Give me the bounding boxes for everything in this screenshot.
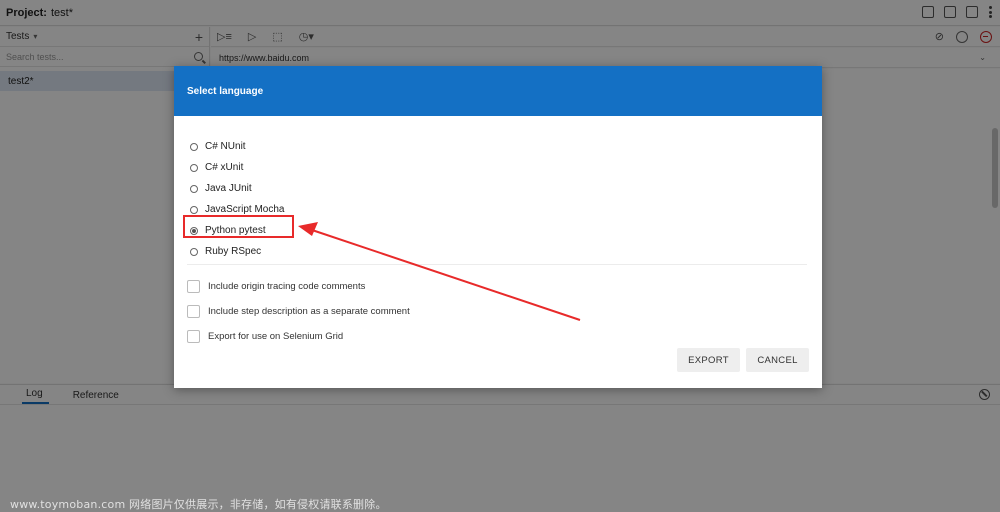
language-radio-group: C# NUnit C# xUnit Java JUnit JavaScript … <box>190 136 284 262</box>
dialog-title: Select language <box>187 85 264 97</box>
watermark-text: www.toymoban.com 网络图片仅供展示，非存储，如有侵权请联系删除。 <box>10 498 387 511</box>
language-option-csharp-nunit[interactable]: C# NUnit <box>190 136 284 157</box>
language-label: C# xUnit <box>205 162 244 173</box>
option-origin-tracing[interactable]: Include origin tracing code comments <box>187 274 410 299</box>
radio-button[interactable] <box>190 142 198 151</box>
checkbox[interactable] <box>187 280 200 293</box>
checkbox[interactable] <box>187 330 200 343</box>
language-label: Ruby RSpec <box>205 246 262 257</box>
dialog-divider <box>187 264 807 265</box>
export-button[interactable]: EXPORT <box>677 348 740 372</box>
dialog-header: Select language <box>174 66 822 116</box>
radio-button[interactable] <box>190 184 198 193</box>
radio-button[interactable] <box>190 247 198 256</box>
language-label: JavaScript Mocha <box>205 204 285 215</box>
option-step-description[interactable]: Include step description as a separate c… <box>187 299 410 324</box>
language-option-java-junit[interactable]: Java JUnit <box>190 178 284 199</box>
checkbox[interactable] <box>187 305 200 318</box>
language-label: C# NUnit <box>205 141 246 152</box>
language-option-ruby-rspec[interactable]: Ruby RSpec <box>190 241 284 262</box>
option-selenium-grid[interactable]: Export for use on Selenium Grid <box>187 324 410 349</box>
language-label: Java JUnit <box>205 183 252 194</box>
export-options: Include origin tracing code comments Inc… <box>187 274 410 349</box>
language-option-csharp-xunit[interactable]: C# xUnit <box>190 157 284 178</box>
option-label: Include origin tracing code comments <box>208 281 366 292</box>
radio-button[interactable] <box>190 205 198 214</box>
annotation-highlight-box <box>183 215 294 238</box>
option-label: Include step description as a separate c… <box>208 306 410 317</box>
cancel-button[interactable]: CANCEL <box>746 348 809 372</box>
radio-button[interactable] <box>190 163 198 172</box>
option-label: Export for use on Selenium Grid <box>208 331 344 342</box>
